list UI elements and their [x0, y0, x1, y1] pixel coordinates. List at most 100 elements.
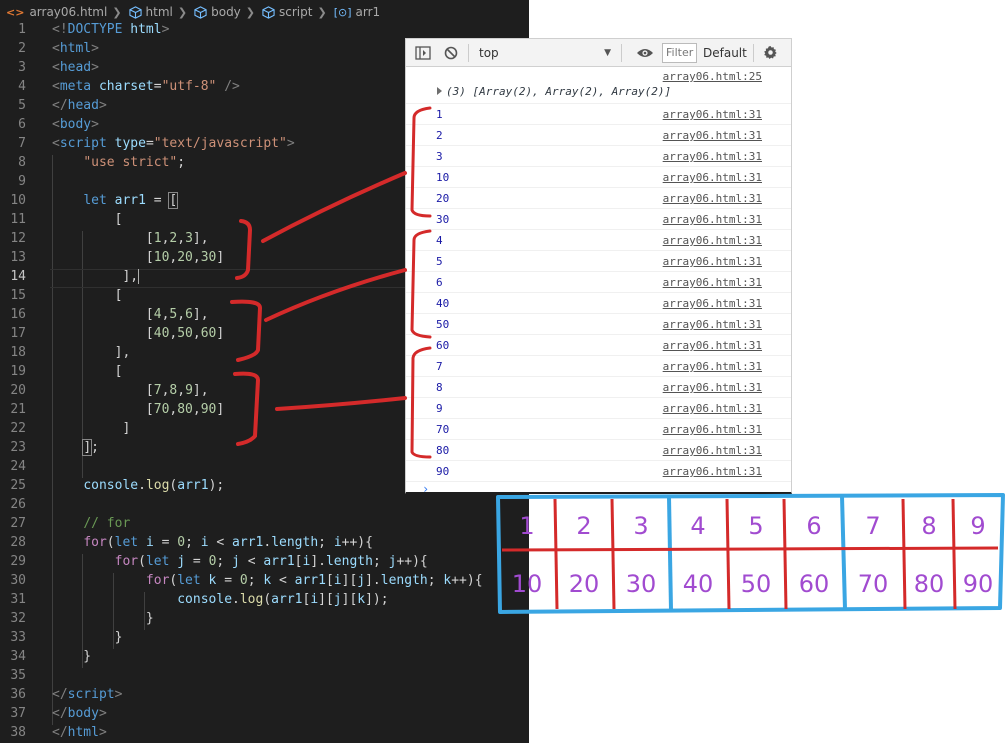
source-link[interactable]: array06.html:31 — [663, 318, 762, 331]
log-entry[interactable]: 90 array06.html:31 — [406, 461, 791, 482]
log-entry[interactable]: 6 array06.html:31 — [406, 272, 791, 293]
breadcrumb-item-label: body — [211, 5, 241, 19]
log-levels-dropdown[interactable]: Default — [703, 46, 747, 60]
source-link[interactable]: array06.html:31 — [663, 276, 762, 289]
source-link[interactable]: array06.html:31 — [663, 339, 762, 352]
line-number: 12 — [10, 231, 26, 246]
source-link[interactable]: array06.html:31 — [663, 465, 762, 478]
line-number: 6 — [18, 117, 26, 132]
log-value: 6 — [436, 276, 443, 289]
code-line: 27 // for — [0, 516, 529, 535]
clear-console-button[interactable] — [440, 42, 462, 64]
log-entry[interactable]: 3 array06.html:31 — [406, 146, 791, 167]
log-value: 80 — [436, 444, 450, 457]
caret-down-icon: ▼ — [604, 47, 611, 58]
line-number: 32 — [10, 611, 26, 626]
source-link[interactable]: array06.html:31 — [663, 297, 762, 310]
code-line: 31 console.log(arr1[i][j][k]); — [0, 592, 529, 611]
line-number: 9 — [18, 174, 26, 189]
code-line: 28 for(let i = 0; i < arr1.length; i++){ — [0, 535, 529, 554]
chevron-right-icon: ❯ — [177, 5, 188, 19]
code-line: 36 </script> — [0, 687, 529, 706]
line-number: 23 — [10, 440, 26, 455]
source-link[interactable]: array06.html:31 — [663, 192, 762, 205]
source-link[interactable]: array06.html:31 — [663, 381, 762, 394]
source-link[interactable]: array06.html:31 — [663, 150, 762, 163]
source-link[interactable]: array06.html:31 — [663, 129, 762, 142]
line-number: 10 — [10, 193, 26, 208]
code-line: 37 </body> — [0, 706, 529, 725]
sketch-number: 40 — [683, 570, 714, 598]
code-line: 33 } — [0, 630, 529, 649]
context-selector[interactable]: top ▼ — [475, 46, 615, 60]
toolbar-divider — [468, 43, 469, 62]
sketch-number: 7 — [865, 512, 880, 540]
code-line: 34 } — [0, 649, 529, 668]
variable-icon: [⊙] — [333, 5, 352, 19]
line-number: 14 — [10, 269, 26, 284]
log-entry[interactable]: 50 array06.html:31 — [406, 314, 791, 335]
line-number: 31 — [10, 592, 26, 607]
breadcrumb-item-symbol[interactable]: [⊙] arr1 — [332, 5, 380, 19]
line-number: 7 — [18, 136, 26, 151]
log-entry[interactable]: 2 array06.html:31 — [406, 125, 791, 146]
log-value: 9 — [436, 402, 443, 415]
source-link[interactable]: array06.html:31 — [663, 213, 762, 226]
sketch-number: 20 — [569, 570, 600, 598]
sketch-number: 9 — [970, 512, 985, 540]
line-number: 21 — [10, 402, 26, 417]
log-entry[interactable]: 5 array06.html:31 — [406, 251, 791, 272]
sketch-number: 6 — [806, 512, 821, 540]
source-link[interactable]: array06.html:31 — [663, 360, 762, 373]
log-list: 1 array06.html:31 2 array06.html:31 3 array06… — [406, 104, 791, 482]
log-entry[interactable]: 1 array06.html:31 — [406, 104, 791, 125]
line-number: 3 — [18, 60, 26, 75]
log-entry[interactable]: 8 array06.html:31 — [406, 377, 791, 398]
show-sidebar-button[interactable] — [412, 42, 434, 64]
source-link[interactable]: array06.html:31 — [663, 444, 762, 457]
log-entry[interactable]: 60 array06.html:31 — [406, 335, 791, 356]
line-number: 30 — [10, 573, 26, 588]
source-link[interactable]: array06.html:31 — [663, 255, 762, 268]
console-settings-button[interactable] — [760, 42, 782, 64]
chevron-right-icon: ❯ — [112, 5, 122, 19]
line-number: 8 — [18, 155, 26, 170]
breadcrumb-file[interactable]: <> array06.html — [0, 5, 107, 19]
log-entry[interactable]: 70 array06.html:31 — [406, 419, 791, 440]
array-summary[interactable]: (3) [Array(2), Array(2), Array(2)] — [446, 85, 671, 98]
log-entry[interactable]: 7 array06.html:31 — [406, 356, 791, 377]
toolbar-divider — [752, 43, 754, 62]
source-link[interactable]: array06.html:25 — [663, 70, 762, 83]
log-entry[interactable]: 10 array06.html:31 — [406, 167, 791, 188]
log-entry[interactable]: 20 array06.html:31 — [406, 188, 791, 209]
line-number: 18 — [10, 345, 26, 360]
sketch-number: 8 — [921, 512, 936, 540]
log-entry[interactable]: 30 array06.html:31 — [406, 209, 791, 230]
source-link[interactable]: array06.html:31 — [663, 171, 762, 184]
console-toolbar: top ▼ Filter Default — [406, 39, 791, 67]
source-link[interactable]: array06.html:31 — [663, 108, 762, 121]
log-entry[interactable]: 9 array06.html:31 — [406, 398, 791, 419]
sketch-numbers: 1 2 3 4 5 6 7 8 910 20 30 40 50 60 70 80 90 — [512, 512, 994, 598]
log-entry[interactable]: 4 array06.html:31 — [406, 230, 791, 251]
console-messages[interactable]: array06.html:25 (3) [Array(2), Array(2),… — [406, 67, 791, 492]
breadcrumb-item-script[interactable]: script — [260, 5, 312, 19]
log-value: 2 — [436, 129, 443, 142]
source-link[interactable]: array06.html:31 — [663, 402, 762, 415]
filter-input[interactable]: Filter — [662, 42, 697, 63]
breadcrumb-item-body[interactable]: body — [192, 5, 241, 19]
source-link[interactable]: array06.html:31 — [663, 423, 762, 436]
source-link[interactable]: array06.html:31 — [663, 234, 762, 247]
breadcrumb-item-html[interactable]: html — [127, 5, 173, 19]
line-number: 22 — [10, 421, 26, 436]
log-entry-array[interactable]: array06.html:25 (3) [Array(2), Array(2),… — [406, 67, 791, 104]
line-number: 35 — [10, 668, 26, 683]
log-entry[interactable]: 80 array06.html:31 — [406, 440, 791, 461]
log-entry[interactable]: 40 array06.html:31 — [406, 293, 791, 314]
log-value: 70 — [436, 423, 450, 436]
log-value: 7 — [436, 360, 443, 373]
live-expression-button[interactable] — [634, 42, 656, 64]
devtools-console[interactable]: top ▼ Filter Default array06.html:25 (3)… — [405, 38, 792, 494]
expand-triangle-icon[interactable] — [437, 87, 442, 95]
console-prompt-row[interactable]: › — [406, 482, 791, 492]
